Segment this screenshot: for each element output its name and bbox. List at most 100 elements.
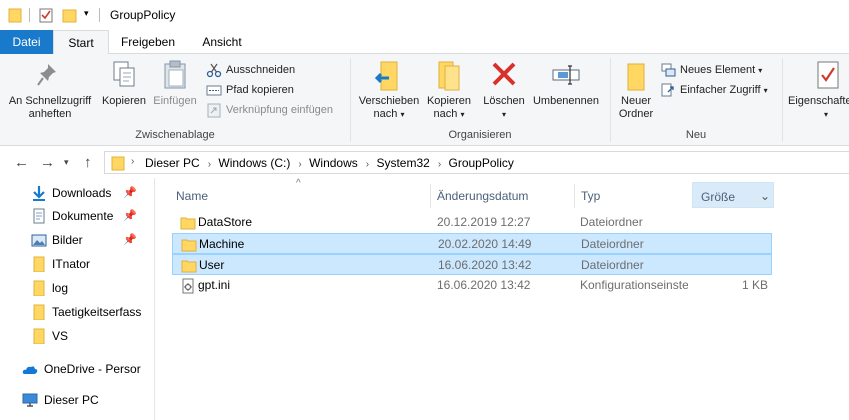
column-separator[interactable]: [430, 184, 431, 208]
delete-label: Löschen: [483, 95, 525, 107]
ribbon-tabs: Datei Start Freigeben Ansicht: [0, 30, 849, 55]
breadcrumb-item[interactable]: Dieser PC: [145, 156, 200, 170]
forward-arrow-icon[interactable]: →: [40, 154, 55, 171]
copy-to-button[interactable]: Kopieren nach ▾: [424, 58, 474, 121]
pin-icon: 📌: [123, 187, 137, 199]
separator: [99, 8, 100, 22]
nav-item-label: ITnator: [52, 257, 91, 271]
file-row-user[interactable]: User 16.06.2020 13:42 Dateiordner: [172, 254, 772, 275]
breadcrumb-item[interactable]: GroupPolicy: [449, 156, 514, 170]
new-folder-icon: [627, 63, 645, 91]
file-date: 16.06.2020 13:42: [438, 258, 532, 272]
new-folder-quick-icon[interactable]: [62, 7, 78, 23]
pin-icon: 📌: [123, 210, 137, 222]
nav-item-documents[interactable]: Dokumente 📌: [0, 205, 155, 227]
group-separator: [782, 58, 783, 142]
nav-item-onedrive[interactable]: OneDrive - Persor: [0, 358, 155, 380]
chevron-down-icon[interactable]: ⌄: [756, 182, 774, 208]
file-size: 1 KB: [741, 278, 768, 292]
new-item-label: Neues Element: [680, 64, 756, 76]
file-type: Dateiordner: [581, 237, 644, 251]
folder-icon: [180, 217, 196, 230]
easy-access-button[interactable]: Einfacher Zugriff ▾: [660, 81, 768, 99]
properties-label: Eigenschaften: [788, 95, 849, 107]
file-date: 16.06.2020 13:42: [437, 278, 531, 292]
back-arrow-icon[interactable]: ←: [14, 154, 29, 171]
paste-button[interactable]: Einfügen: [150, 58, 200, 108]
copy-path-label: Pfad kopieren: [226, 84, 294, 96]
copy-to-label-line2: nach: [433, 108, 458, 120]
nav-item-label: Taetigkeitserfass: [52, 305, 142, 319]
properties-icon: [817, 61, 839, 89]
nav-item-label: OneDrive - Persor: [44, 362, 141, 376]
tab-file[interactable]: Datei: [0, 30, 53, 54]
file-name: gpt.ini: [198, 278, 231, 292]
tab-start[interactable]: Start: [53, 30, 109, 55]
column-separator[interactable]: [574, 184, 575, 208]
separator: [29, 8, 30, 22]
new-group-label: Neu: [685, 129, 707, 141]
nav-item-itnator[interactable]: ITnator: [0, 253, 155, 275]
organize-group-label: Organisieren: [448, 129, 512, 141]
column-header-date[interactable]: Änderungsdatum: [437, 182, 567, 210]
copy-icon: [113, 61, 135, 87]
nav-item-pictures[interactable]: Bilder 📌: [0, 229, 155, 251]
pin-to-quick-access-button[interactable]: An Schnellzugriff anheften: [4, 58, 96, 121]
chevron-down-icon: ▾: [460, 110, 465, 119]
nav-item-downloads[interactable]: Downloads 📌: [0, 182, 155, 204]
download-icon: [33, 186, 45, 201]
new-folder-button[interactable]: Neuer Ordner: [612, 58, 660, 121]
file-row-gpt-ini[interactable]: gpt.ini 16.06.2020 13:42 Konfigurationse…: [172, 275, 772, 296]
cut-button[interactable]: Ausschneiden: [206, 61, 295, 79]
recent-locations-chevron-icon[interactable]: ▾: [64, 157, 69, 168]
nav-item-this-pc[interactable]: Dieser PC: [0, 389, 155, 411]
column-header-type[interactable]: Typ: [581, 182, 681, 210]
paste-shortcut-button[interactable]: Verknüpfung einfügen: [206, 101, 333, 119]
up-arrow-icon[interactable]: ↑: [84, 154, 92, 171]
folder-icon: [33, 280, 45, 296]
breadcrumb-item[interactable]: Windows (C:): [218, 156, 290, 170]
file-name: DataStore: [198, 215, 253, 229]
folder-icon: [8, 8, 22, 23]
pin-label-line2: anheften: [28, 108, 72, 120]
breadcrumb-item[interactable]: Windows: [309, 156, 358, 170]
properties-quick-icon[interactable]: [38, 7, 54, 23]
folder-icon: [111, 156, 125, 171]
chevron-right-icon: ›: [437, 159, 442, 170]
chevron-down-icon: ▾: [758, 66, 763, 75]
file-date: 20.12.2019 12:27: [437, 215, 531, 229]
breadcrumb-item[interactable]: System32: [376, 156, 429, 170]
tab-view[interactable]: Ansicht: [188, 30, 256, 54]
file-type: Dateiordner: [581, 258, 644, 272]
file-name: Machine: [199, 237, 245, 251]
chevron-down-icon: ▾: [400, 110, 405, 119]
delete-button[interactable]: Löschen ▾: [480, 58, 528, 121]
chevron-down-icon: ▾: [501, 110, 506, 119]
nav-item-taetigkeitserfass[interactable]: Taetigkeitserfass: [0, 301, 155, 323]
easy-access-label: Einfacher Zugriff: [680, 84, 761, 96]
copy-path-button[interactable]: Pfad kopieren: [206, 81, 294, 99]
file-row-datastore[interactable]: DataStore 20.12.2019 12:27 Dateiordner: [172, 212, 772, 233]
delete-icon: [492, 62, 516, 86]
rename-icon: [552, 65, 580, 85]
breadcrumb: Dieser PC › Windows (C:) › Windows › System…: [145, 156, 518, 170]
chevron-down-icon: ▾: [763, 86, 768, 95]
nav-item-vs[interactable]: VS: [0, 325, 155, 347]
nav-item-log[interactable]: log: [0, 277, 155, 299]
move-to-button[interactable]: Verschieben nach ▾: [354, 58, 424, 121]
chevron-right-icon: ›: [365, 159, 370, 170]
file-type: Konfigurationseinstellungen: [580, 278, 688, 292]
file-row-machine[interactable]: Machine 20.02.2020 14:49 Dateiordner: [172, 233, 772, 254]
column-header-name[interactable]: Name: [176, 182, 426, 210]
new-item-button[interactable]: Neues Element ▾: [660, 61, 762, 79]
rename-button[interactable]: Umbenennen: [528, 58, 604, 108]
move-to-label-line1: Verschieben: [358, 95, 420, 107]
new-item-icon: [661, 63, 676, 77]
documents-icon: [33, 208, 45, 224]
paste-shortcut-label: Verknüpfung einfügen: [226, 104, 334, 116]
address-bar[interactable]: › Dieser PC › Windows (C:) › Windows › Syst…: [104, 151, 849, 174]
properties-button[interactable]: Eigenschaften ▾: [788, 58, 849, 121]
copy-button[interactable]: Kopieren: [98, 58, 150, 108]
tab-share[interactable]: Freigeben: [110, 30, 186, 54]
customize-quick-access-icon[interactable]: ▾: [84, 8, 89, 19]
